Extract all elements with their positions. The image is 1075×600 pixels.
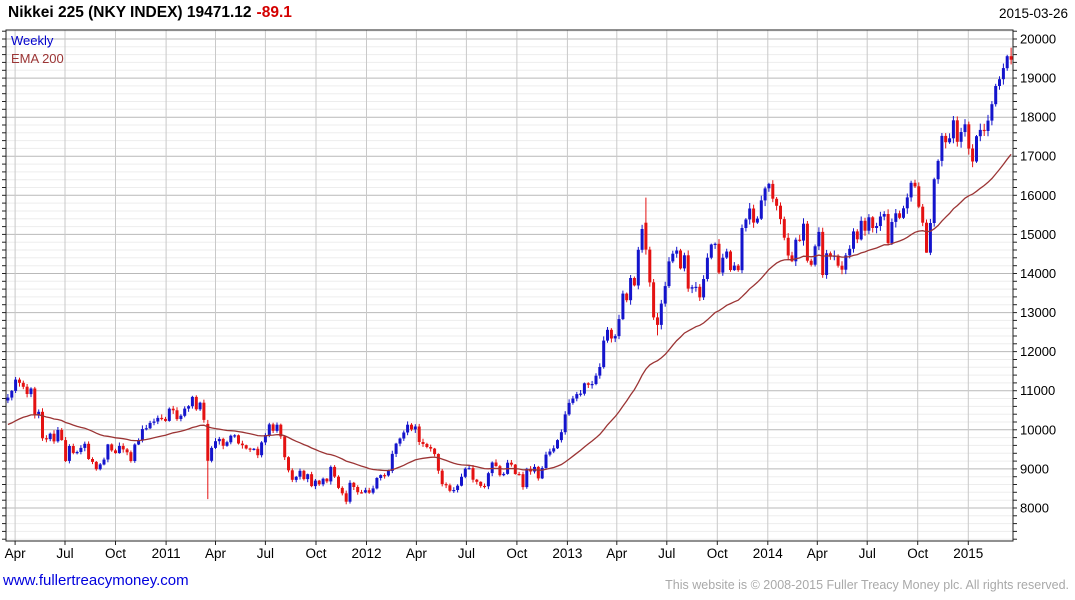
candles	[6, 47, 1013, 505]
chart-title-change: -89.1	[256, 4, 292, 21]
y-tick-label: 9000	[1020, 461, 1049, 476]
y-tick-label: 16000	[1020, 188, 1056, 203]
x-tick-label: Oct	[907, 546, 928, 561]
x-tick-label: 2012	[351, 546, 381, 561]
legend-weekly-label: Weekly	[11, 33, 54, 48]
y-tick-label: 8000	[1020, 501, 1049, 516]
v-gridlines	[14, 30, 969, 541]
x-tick-label: Jul	[658, 546, 675, 561]
x-tick-label: Oct	[707, 546, 728, 561]
x-tick-label: Apr	[606, 546, 628, 561]
y-tick-label: 13000	[1020, 305, 1056, 320]
x-tick-label: Jul	[859, 546, 876, 561]
footer-copyright: This website is © 2008-2015 Fuller Treac…	[665, 578, 1069, 592]
x-axis-labels: Apr Jul Oct 2011 Apr Jul Oct 2012 Apr Jul Oct 2013 A…	[5, 546, 984, 561]
y-tick-label: 17000	[1020, 149, 1056, 164]
chart-title: Nikkei 225 (NKY INDEX) 19471.12 -89.1	[8, 4, 292, 22]
y-tick-label: 20000	[1020, 32, 1056, 47]
footer-website-link[interactable]: www.fullertreacymoney.com	[3, 572, 189, 589]
x-tick-label: 2011	[152, 546, 181, 561]
y-tick-label: 19000	[1020, 71, 1056, 86]
x-tick-label: Apr	[205, 546, 227, 561]
candlestick-chart: 8000 9000 10000 11000 12000 13000 14000 15000 16…	[2, 29, 1056, 561]
x-tick-label: Apr	[406, 546, 428, 561]
y-tick-label: 14000	[1020, 266, 1056, 281]
h-gridlines-minor	[6, 30, 1013, 540]
x-tick-label: Apr	[807, 546, 829, 561]
plot-frame	[5, 29, 1014, 542]
x-tick-label: Oct	[305, 546, 326, 561]
x-tick-label: 2015	[953, 546, 983, 561]
legend-ema-label: EMA 200	[11, 51, 64, 66]
y-tick-label: 15000	[1020, 227, 1056, 242]
x-tick-label: Oct	[105, 546, 126, 561]
x-tick-label: Jul	[458, 546, 475, 561]
y-tick-label: 12000	[1020, 344, 1056, 359]
x-tick-label: Oct	[506, 546, 527, 561]
y-axis-labels: 8000 9000 10000 11000 12000 13000 14000 15000 16…	[1020, 32, 1056, 516]
y-tick-label: 10000	[1020, 422, 1056, 437]
h-gridlines-major	[6, 38, 1013, 509]
chart-title-text: Nikkei 225 (NKY INDEX) 19471.12	[8, 4, 252, 21]
x-tick-label: Jul	[56, 546, 73, 561]
ema-line	[7, 153, 1012, 472]
x-tick-label: Jul	[257, 546, 274, 561]
axis-ticks	[2, 30, 1017, 545]
x-tick-label: 2014	[753, 546, 784, 561]
x-tick-label: 2013	[552, 546, 582, 561]
x-tick-label: Apr	[5, 546, 27, 561]
y-tick-label: 11000	[1020, 383, 1055, 398]
chart-date-label: 2015-03-26	[998, 6, 1068, 21]
y-tick-label: 18000	[1020, 110, 1056, 125]
